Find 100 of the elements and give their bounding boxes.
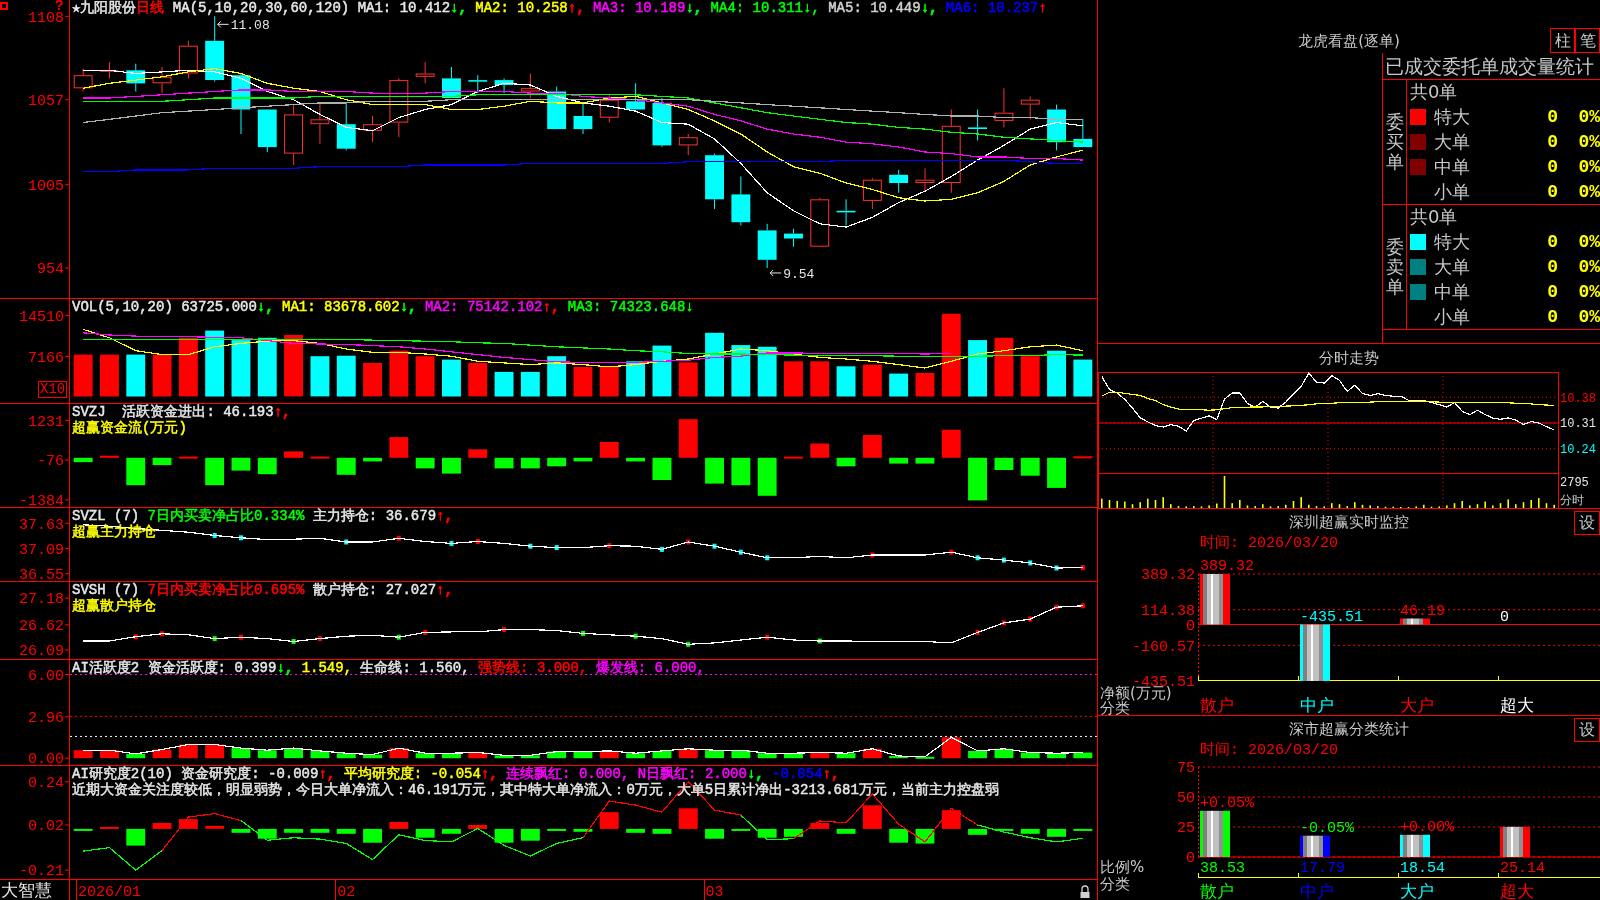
chart-bar bbox=[520, 755, 540, 759]
chart-bar bbox=[1073, 828, 1093, 831]
marker-icon bbox=[870, 552, 875, 558]
chart-bar bbox=[705, 750, 724, 759]
indicator-label: ↑, bbox=[436, 582, 453, 598]
count-value: 0 bbox=[1546, 180, 1558, 204]
order-type-label: 特大 bbox=[1434, 105, 1471, 130]
axis-label: 10.38 bbox=[1560, 391, 1596, 406]
indicator-label: MA4: 10.311↓, bbox=[709, 0, 820, 16]
indicator-label: 超赢资金流(万元) bbox=[72, 420, 187, 436]
chart-bar bbox=[968, 457, 987, 501]
chart-bar bbox=[862, 805, 882, 829]
axis-label: 0 bbox=[1186, 617, 1195, 635]
chart-bar bbox=[599, 750, 619, 759]
chart-bar bbox=[626, 361, 645, 397]
axis-label: 1005 bbox=[28, 177, 64, 195]
view-button[interactable]: 笔 bbox=[1575, 28, 1600, 53]
chart-bar bbox=[494, 457, 514, 469]
chart-bar bbox=[468, 825, 488, 829]
settings-button[interactable]: 设 bbox=[1574, 511, 1600, 535]
marker-icon bbox=[1080, 603, 1085, 609]
chart-bar bbox=[784, 828, 803, 837]
marker-icon bbox=[449, 540, 454, 546]
candlestick bbox=[810, 197, 830, 248]
chart-bar bbox=[1300, 835, 1330, 857]
indicator-label: MA3: 10.189 bbox=[591, 0, 686, 16]
chart-bar bbox=[599, 366, 619, 397]
chart-bar bbox=[705, 457, 724, 484]
chart-bar bbox=[152, 749, 172, 759]
chart-bar bbox=[994, 828, 1014, 831]
candlestick bbox=[1073, 118, 1093, 148]
chart-bar bbox=[520, 828, 540, 841]
axis-label: 0.00 bbox=[28, 751, 64, 769]
chart-bar bbox=[468, 362, 488, 397]
candlestick bbox=[389, 77, 409, 138]
candlestick bbox=[415, 61, 435, 84]
order-type-label: 大单 bbox=[1434, 130, 1471, 154]
candlestick bbox=[968, 109, 987, 141]
total-label: 共0单 bbox=[1410, 206, 1458, 227]
count-value: 0 bbox=[1546, 131, 1558, 154]
chart-bar bbox=[1073, 752, 1093, 759]
chart-bar bbox=[889, 457, 909, 464]
chart-bar bbox=[126, 753, 146, 759]
category-label: 中户 bbox=[1300, 880, 1334, 900]
indicator-label: VOL(5,10,20) 63725.000 bbox=[72, 299, 257, 315]
chart-bar bbox=[442, 753, 461, 759]
chart-bar bbox=[1047, 350, 1066, 397]
candlestick bbox=[284, 104, 303, 166]
lock-icon bbox=[1080, 885, 1090, 898]
axis-label: 75 bbox=[1177, 760, 1195, 778]
group-label: 委买单 bbox=[1385, 112, 1404, 172]
count-value: 0 bbox=[1546, 106, 1558, 130]
count-value: 0 bbox=[1546, 231, 1558, 255]
indicator-label: ↑, bbox=[436, 508, 453, 524]
chart-bar bbox=[810, 823, 830, 829]
chart-bar bbox=[284, 335, 303, 397]
candlestick bbox=[836, 198, 856, 226]
category-label: 中户 bbox=[1300, 694, 1334, 715]
candlestick bbox=[231, 73, 251, 135]
order-type-label: 小单 bbox=[1434, 304, 1471, 329]
percent-value: 0% bbox=[1577, 231, 1600, 255]
chart-bar bbox=[363, 362, 382, 397]
candlestick bbox=[626, 82, 645, 110]
chart-bar bbox=[994, 748, 1014, 759]
marker-icon bbox=[738, 549, 743, 555]
indicator-label: ↓, bbox=[685, 0, 703, 16]
change-label: +0.00% bbox=[1400, 819, 1454, 837]
chart-bar bbox=[415, 828, 435, 838]
value-label: 17.79 bbox=[1300, 860, 1345, 878]
indicator-label: 日线 bbox=[136, 0, 165, 16]
chart-bar bbox=[836, 753, 856, 759]
marker-icon bbox=[607, 543, 612, 549]
marker-icon bbox=[212, 533, 217, 538]
axis-label: 10.24 bbox=[1560, 442, 1596, 457]
candlestick bbox=[1020, 95, 1040, 120]
category-label: 超大 bbox=[1500, 694, 1534, 715]
percent-value: 0% bbox=[1577, 131, 1600, 154]
change-label: +0.05% bbox=[1200, 795, 1254, 813]
category-label: 超大 bbox=[1500, 880, 1534, 900]
chart-bar bbox=[257, 337, 277, 397]
chart-bar bbox=[836, 457, 856, 467]
chart-bar bbox=[178, 337, 198, 397]
chart-bar bbox=[626, 457, 645, 462]
candlestick bbox=[705, 153, 724, 210]
chart-bar bbox=[126, 457, 146, 486]
date-label: 02 bbox=[337, 884, 356, 900]
settings-button[interactable]: 设 bbox=[1574, 718, 1600, 742]
candlestick bbox=[573, 102, 593, 135]
marker-icon bbox=[475, 539, 480, 544]
chart-bar bbox=[599, 812, 619, 829]
axis-label: 1057 bbox=[28, 92, 64, 110]
view-button[interactable]: 柱 bbox=[1550, 28, 1575, 53]
order-type-label: 特大 bbox=[1434, 230, 1471, 255]
marker-icon bbox=[1001, 557, 1006, 563]
chart-bar bbox=[1200, 574, 1230, 625]
indicator-label: ↑ bbox=[1038, 0, 1047, 16]
chart-bar bbox=[73, 828, 93, 831]
chart-bar bbox=[784, 361, 803, 397]
chart-bar bbox=[1073, 456, 1093, 459]
axis-label: 0.24 bbox=[28, 774, 64, 792]
